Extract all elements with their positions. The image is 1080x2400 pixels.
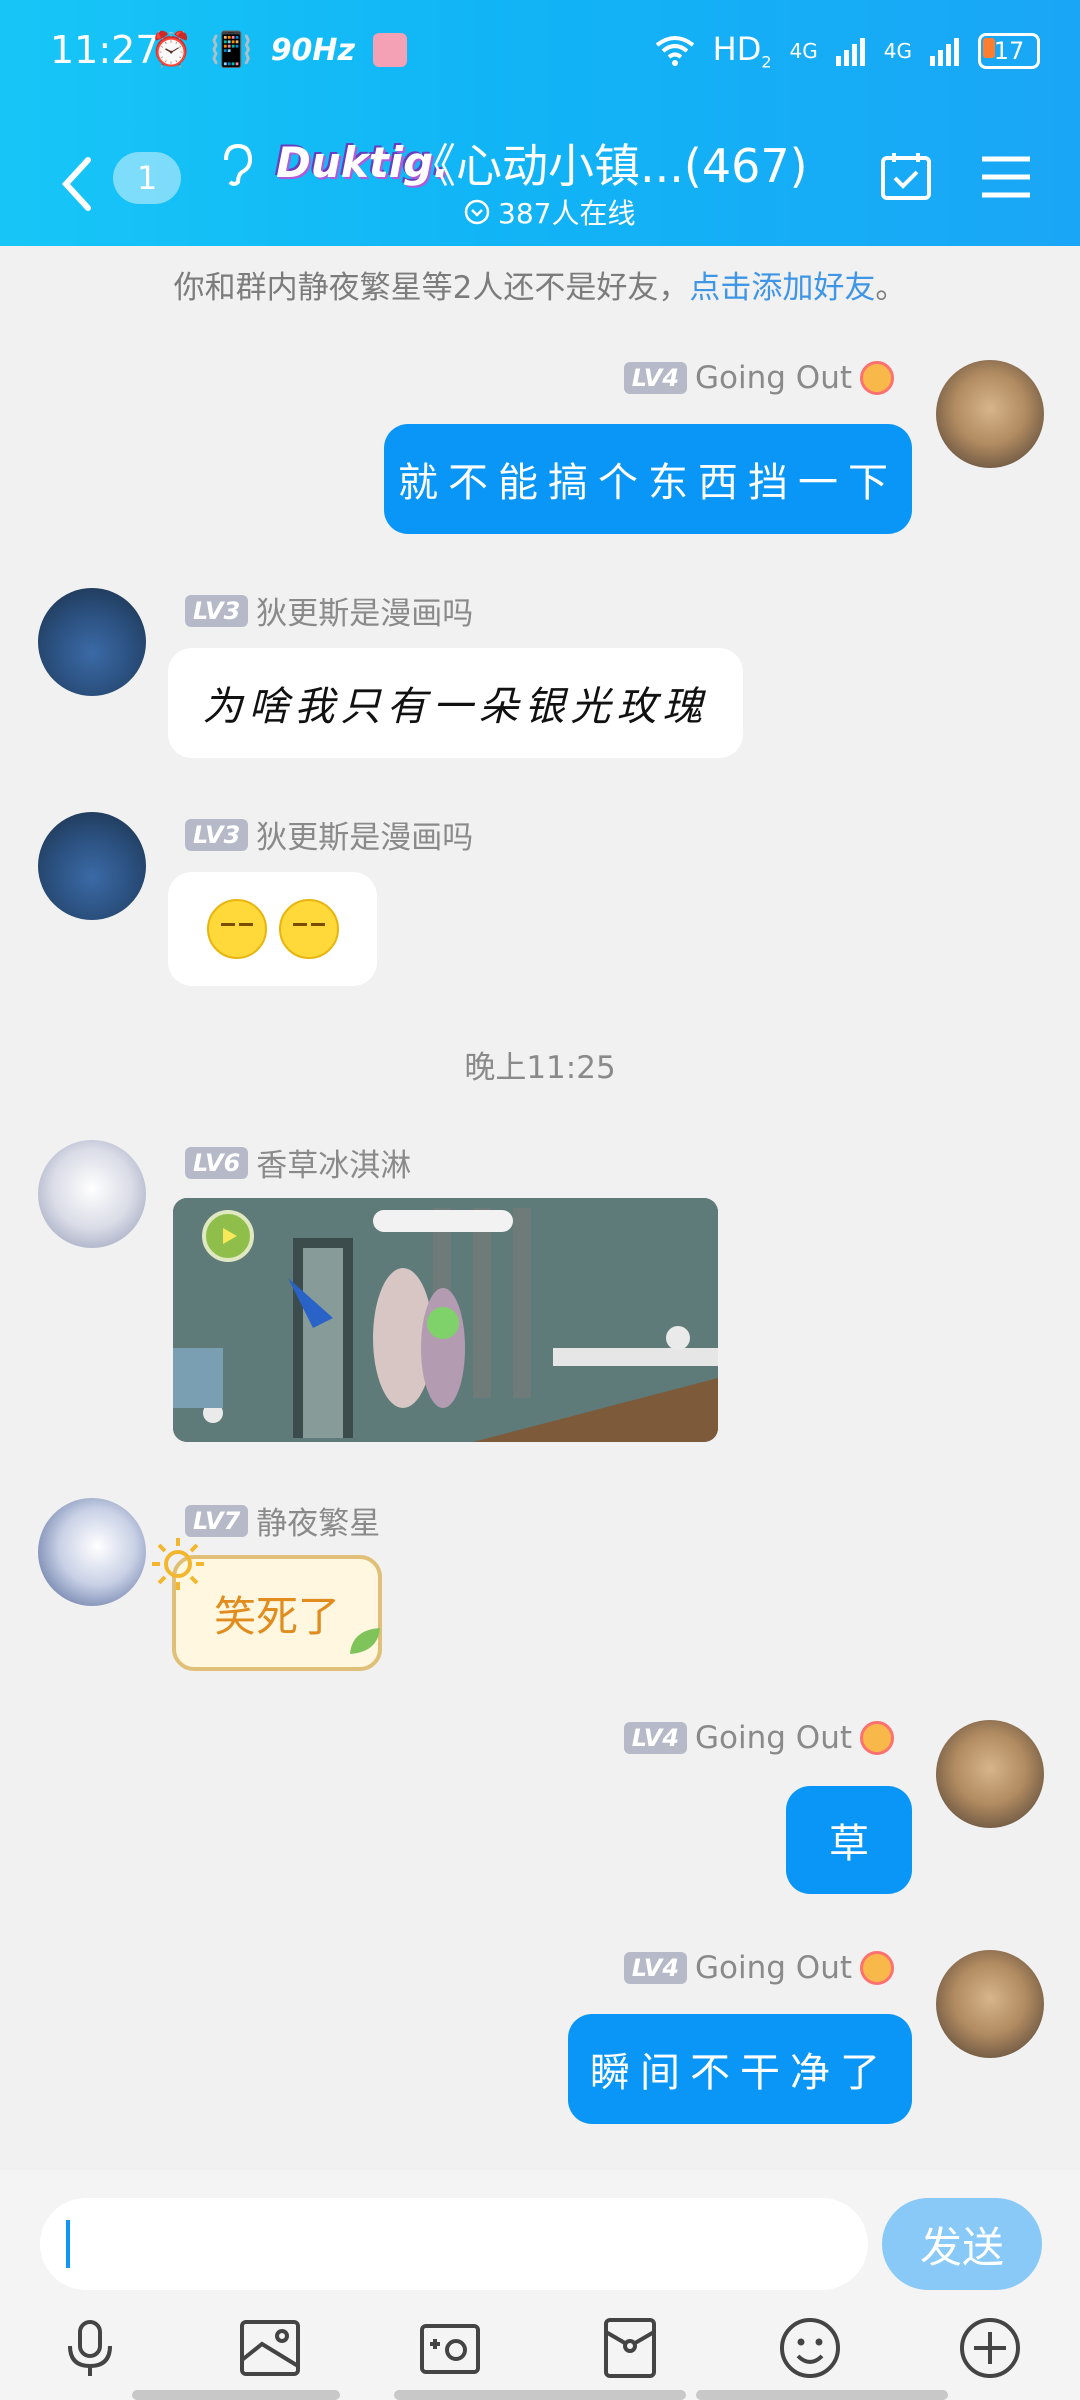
message-bubble[interactable]: 就不能搞个东西挡一下 bbox=[384, 424, 912, 534]
ear-icon[interactable] bbox=[218, 142, 254, 188]
add-friend-link[interactable]: 点击添加好友 bbox=[689, 270, 875, 306]
sender-info: LV4 Going Out bbox=[623, 1720, 894, 1756]
level-badge: LV3 bbox=[185, 594, 249, 627]
online-status[interactable]: 387人在线 bbox=[464, 192, 635, 232]
signal-icon bbox=[835, 37, 865, 66]
level-badge: LV4 bbox=[623, 362, 688, 394]
level-badge: LV3 bbox=[185, 818, 249, 851]
level-badge: LV4 bbox=[623, 1722, 688, 1754]
notice-text: 你和群内静夜繁星等2人还不是好友， bbox=[173, 270, 690, 306]
sender-info: LV6 香草冰淇淋 bbox=[185, 1140, 411, 1185]
unread-count-badge[interactable]: 1 bbox=[113, 152, 181, 204]
signal-icon bbox=[930, 37, 959, 66]
refresh-rate: 90Hz bbox=[270, 32, 356, 68]
level-badge: LV7 bbox=[185, 1504, 249, 1537]
my-avatar[interactable] bbox=[936, 360, 1044, 468]
sender-info: LV4 Going Out bbox=[623, 1950, 894, 1986]
sender-info: LV4 Going Out bbox=[623, 360, 894, 396]
status-left-icons: ⏰ 📳 90Hz bbox=[150, 30, 408, 70]
chat-title[interactable]: 《心动小镇...(467) bbox=[410, 130, 808, 196]
emoji-message-bubble[interactable] bbox=[168, 872, 377, 986]
back-button[interactable] bbox=[58, 152, 98, 216]
microphone-icon[interactable] bbox=[58, 2316, 122, 2380]
title-face-icon bbox=[860, 1721, 894, 1755]
sender-info: LV3 狄更斯是漫画吗 bbox=[185, 812, 473, 857]
status-time: 11:27 bbox=[50, 28, 160, 72]
sender-name: Going Out bbox=[695, 360, 852, 396]
text-caret bbox=[66, 2220, 70, 2268]
red-packet-icon[interactable] bbox=[598, 2316, 662, 2380]
sender-name: 狄更斯是漫画吗 bbox=[256, 596, 474, 632]
send-button[interactable]: 发送 bbox=[882, 2198, 1042, 2290]
nav-indicator bbox=[696, 2390, 948, 2400]
nav-indicator bbox=[394, 2390, 686, 2400]
message-bubble[interactable]: 瞬间不干净了 bbox=[568, 2014, 912, 2124]
sender-avatar[interactable] bbox=[38, 588, 146, 696]
sender-info: LV7 静夜繁星 bbox=[185, 1498, 380, 1543]
calendar-check-icon[interactable] bbox=[880, 150, 932, 202]
my-avatar[interactable] bbox=[936, 1720, 1044, 1828]
sender-name: Going Out bbox=[695, 1950, 852, 1986]
game-screenshot-image bbox=[173, 1198, 718, 1442]
image-message[interactable] bbox=[173, 1198, 718, 1442]
level-badge: LV6 bbox=[185, 1146, 249, 1179]
sender-avatar[interactable] bbox=[38, 812, 146, 920]
sun-decoration-icon bbox=[152, 1538, 204, 1590]
alarm-icon: ⏰ bbox=[150, 30, 193, 70]
network-4g-1: 4G bbox=[789, 38, 818, 63]
leaf-decoration-icon bbox=[350, 1628, 380, 1654]
hd-label: HD2 bbox=[712, 30, 772, 72]
message-input[interactable] bbox=[40, 2198, 868, 2290]
image-gallery-icon[interactable] bbox=[238, 2316, 302, 2380]
vibrate-icon: 📳 bbox=[210, 30, 253, 70]
title-face-icon bbox=[860, 1951, 894, 1985]
app-icon bbox=[373, 33, 408, 67]
chevron-down-circle-icon bbox=[464, 199, 490, 225]
sender-name: 香草冰淇淋 bbox=[256, 1148, 412, 1184]
message-bubble[interactable]: 草 bbox=[786, 1786, 912, 1894]
status-right-icons: HD2 4G 4G 17 bbox=[655, 30, 1040, 71]
title-face-icon bbox=[860, 361, 894, 395]
emoji-icon[interactable] bbox=[778, 2316, 842, 2380]
sender-avatar[interactable] bbox=[38, 1140, 146, 1248]
level-badge: LV4 bbox=[623, 1952, 688, 1984]
wifi-icon bbox=[655, 35, 694, 66]
friend-notice: 你和群内静夜繁星等2人还不是好友，点击添加好友。 bbox=[0, 262, 1080, 307]
sender-name: 狄更斯是漫画吗 bbox=[256, 820, 474, 856]
my-avatar[interactable] bbox=[936, 1950, 1044, 2058]
speechless-emoji-icon bbox=[278, 899, 339, 959]
online-count: 387人在线 bbox=[498, 197, 636, 230]
notice-end: 。 bbox=[875, 270, 907, 306]
network-4g-2: 4G bbox=[883, 38, 912, 63]
battery-icon: 17 bbox=[978, 32, 1040, 69]
sender-info: LV3 狄更斯是漫画吗 bbox=[185, 588, 473, 633]
plus-circle-icon[interactable] bbox=[958, 2316, 1022, 2380]
speechless-emoji-icon bbox=[206, 899, 267, 959]
nav-indicator bbox=[132, 2390, 340, 2400]
menu-icon[interactable] bbox=[980, 155, 1032, 199]
chat-header: 11:27 ⏰ 📳 90Hz HD2 4G 4G 17 1 Duktig. 《心… bbox=[0, 0, 1080, 246]
camera-icon[interactable] bbox=[418, 2316, 482, 2380]
sender-name: Going Out bbox=[695, 1720, 852, 1756]
time-separator: 晚上11:25 bbox=[464, 1050, 616, 1086]
message-bubble[interactable]: 为啥我只有一朵银光玫瑰 bbox=[168, 648, 743, 758]
sender-avatar[interactable] bbox=[38, 1498, 146, 1606]
sender-name: 静夜繁星 bbox=[256, 1506, 381, 1542]
